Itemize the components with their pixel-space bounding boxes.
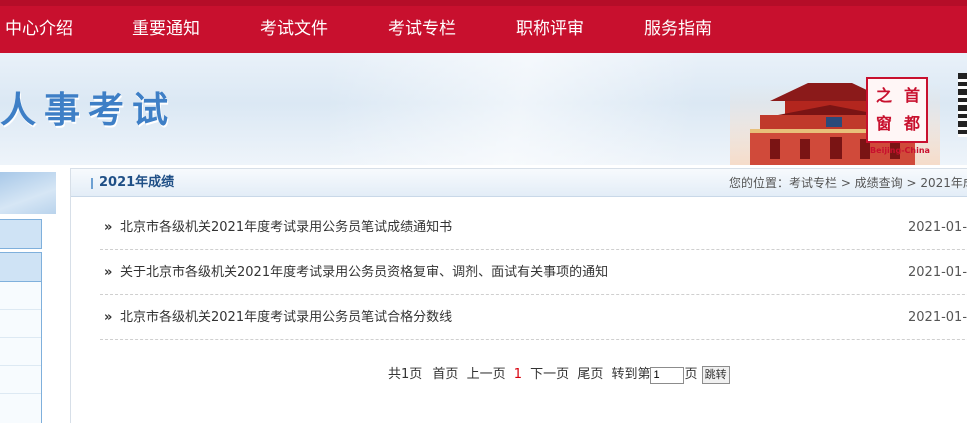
- goto-label: 转到第: [611, 367, 651, 382]
- beijing-china-seal: 之 首 窗 都 Beijing-China: [866, 77, 930, 155]
- seal-subtitle: Beijing-China: [870, 146, 930, 155]
- seal-char: 窗: [875, 114, 892, 133]
- sidebar-item[interactable]: [0, 219, 42, 249]
- nav-item-exam-column[interactable]: 考试专栏: [388, 6, 456, 53]
- last-page-link[interactable]: 尾页: [577, 365, 603, 385]
- article-date: 2021-01-: [908, 220, 967, 235]
- sidebar-list-item[interactable]: [0, 310, 41, 338]
- seal-char: 之: [875, 86, 892, 105]
- left-sidebar: [0, 168, 56, 423]
- next-page-link[interactable]: 下一页: [530, 365, 569, 385]
- page-number-input[interactable]: [650, 366, 685, 384]
- nav-item-center-intro[interactable]: 中心介绍: [5, 6, 73, 53]
- sidebar-list-item[interactable]: [0, 366, 41, 394]
- nav-item-important-notices[interactable]: 重要通知: [132, 6, 200, 53]
- sidebar-header: [0, 172, 56, 214]
- seal-char: 首: [903, 86, 920, 105]
- bullet-icon: »: [104, 310, 113, 325]
- title-marker: [91, 178, 93, 189]
- seal-char: 都: [903, 114, 920, 133]
- page-total: 共1页: [388, 367, 423, 382]
- prev-page-link[interactable]: 上一页: [467, 365, 506, 385]
- article-link[interactable]: 北京市各级机关2021年度考试录用公务员笔试合格分数线: [120, 295, 452, 340]
- bullet-icon: »: [104, 220, 113, 235]
- content-panel: 2021年成绩 您的位置：考试专栏 > 成绩查询 > 2021年成绩 » 北京市…: [70, 168, 967, 423]
- sidebar-list-item[interactable]: [0, 338, 41, 366]
- current-page: 1: [513, 367, 523, 382]
- bullet-icon: »: [104, 265, 113, 280]
- goto-suffix: 页: [684, 367, 698, 382]
- breadcrumb: 您的位置：考试专栏 > 成绩查询 > 2021年成绩: [729, 176, 967, 190]
- header-banner: 人事考试 之 首 窗 都 Beijing-China: [0, 53, 967, 165]
- first-page-link[interactable]: 首页: [432, 365, 458, 385]
- panel-title-bar: 2021年成绩 您的位置：考试专栏 > 成绩查询 > 2021年成绩: [71, 169, 967, 197]
- goto-button[interactable]: 跳转: [701, 366, 730, 384]
- nav-item-title-review[interactable]: 职称评审: [516, 6, 584, 53]
- nav-item-exam-documents[interactable]: 考试文件: [260, 6, 328, 53]
- sidebar-list: [0, 282, 42, 423]
- article-date: 2021-01-: [908, 265, 967, 280]
- article-date: 2021-01-: [908, 310, 967, 325]
- sidebar-item[interactable]: [0, 252, 42, 282]
- site-title: 人事考试: [0, 89, 177, 131]
- list-item: » 北京市各级机关2021年度考试录用公务员笔试成绩通知书 2021-01-: [100, 205, 967, 250]
- list-item: » 北京市各级机关2021年度考试录用公务员笔试合格分数线 2021-01-: [100, 295, 967, 340]
- qr-code-icon[interactable]: [958, 73, 967, 137]
- article-link[interactable]: 北京市各级机关2021年度考试录用公务员笔试成绩通知书: [120, 205, 452, 250]
- article-link[interactable]: 关于北京市各级机关2021年度考试录用公务员资格复审、调剂、面试有关事项的通知: [120, 250, 608, 295]
- list-item: » 关于北京市各级机关2021年度考试录用公务员资格复审、调剂、面试有关事项的通…: [100, 250, 967, 295]
- pagination: 共1页 首页 上一页 1 下一页 尾页 转到第 页 跳转: [388, 365, 730, 385]
- top-nav: 中心介绍 重要通知 考试文件 考试专栏 职称评审 服务指南: [0, 0, 967, 53]
- sidebar-list-item[interactable]: [0, 282, 41, 310]
- nav-item-service-guide[interactable]: 服务指南: [644, 6, 712, 53]
- panel-title: 2021年成绩: [99, 175, 175, 190]
